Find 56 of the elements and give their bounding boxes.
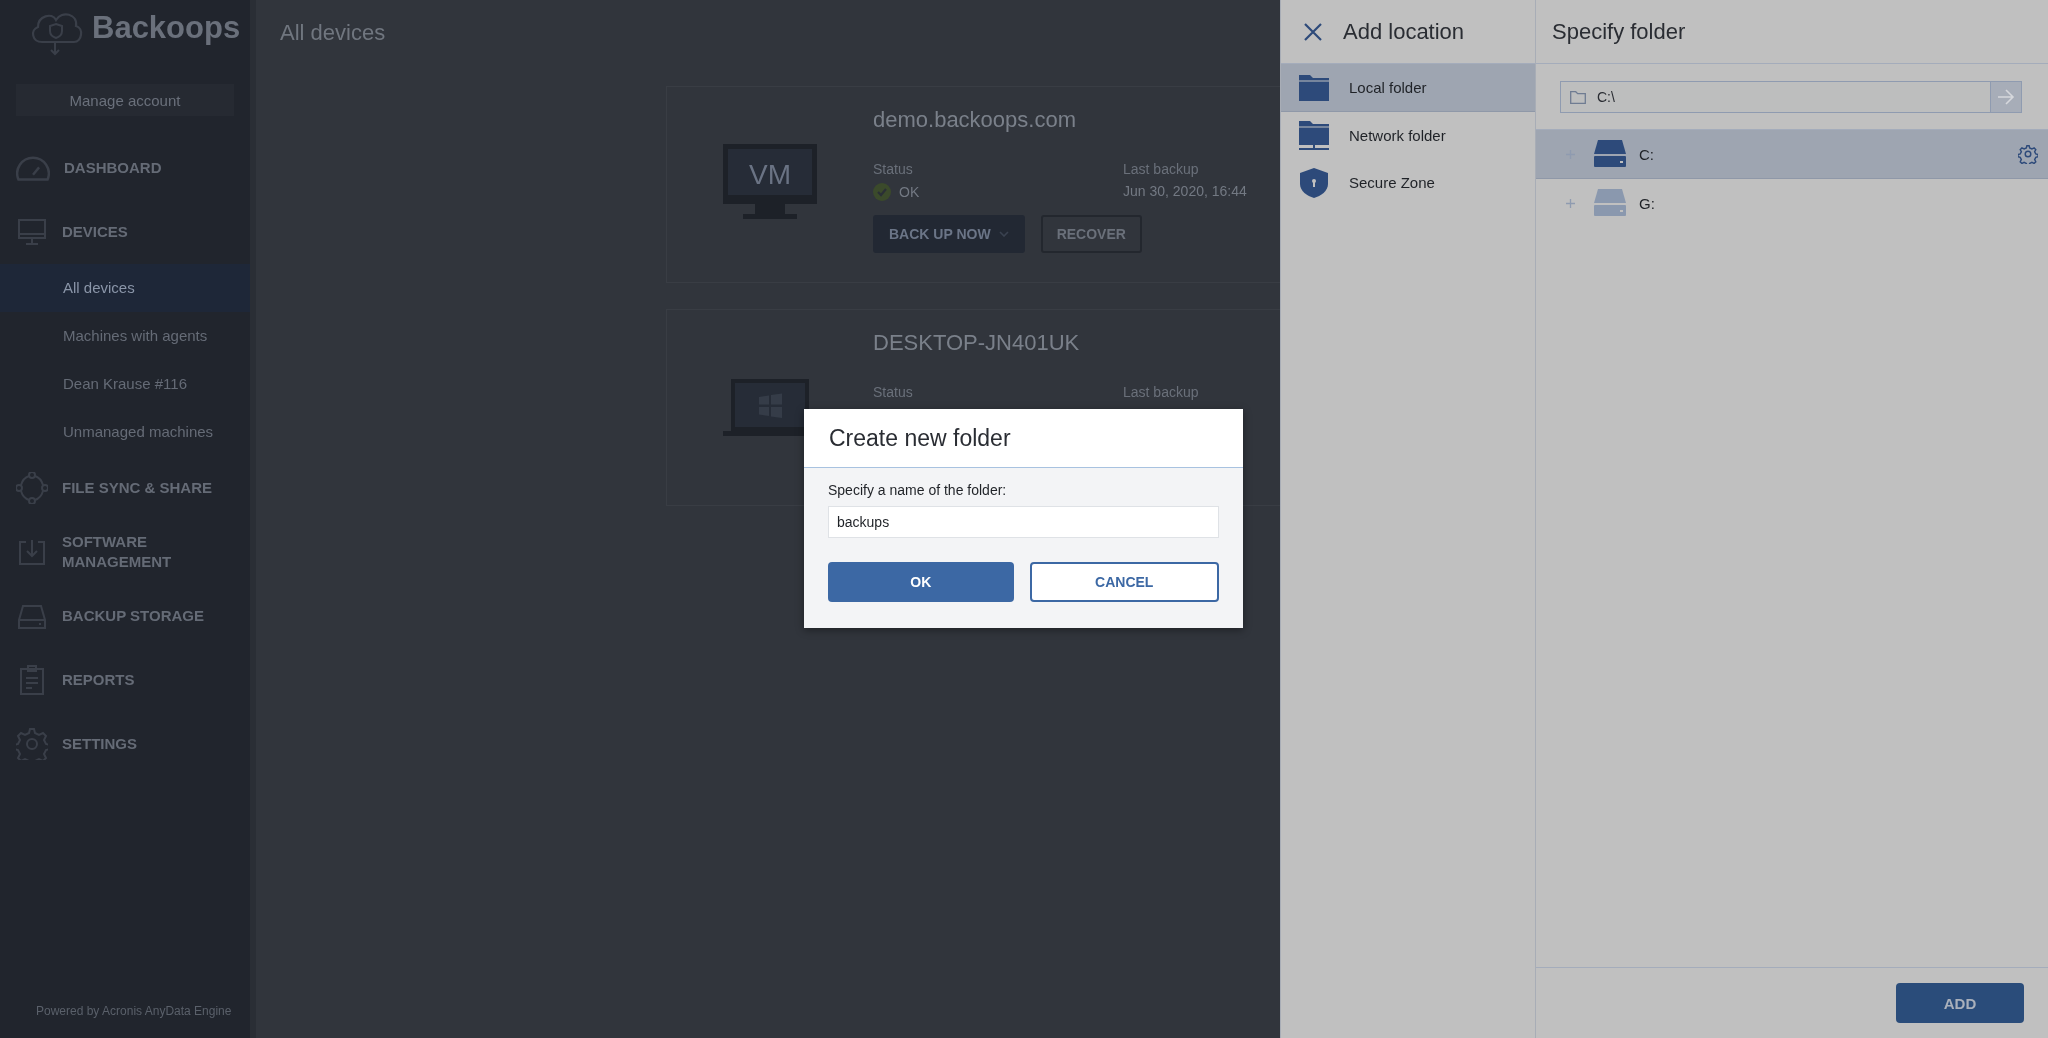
path-field[interactable]: C:\ xyxy=(1560,81,1990,113)
recover-button[interactable]: RECOVER xyxy=(1040,215,1142,253)
nav-item[interactable]: FILE SYNC & SHARE xyxy=(0,456,250,520)
close-icon[interactable] xyxy=(1303,21,1323,42)
last-backup-label: Last backup xyxy=(1123,384,1200,400)
nav-subitem[interactable]: Dean Krause #116 xyxy=(0,360,250,408)
nav-item[interactable]: SOFTWARE MANAGEMENT xyxy=(0,520,250,584)
powered-by-text: Powered by Acronis AnyData Engine xyxy=(35,1004,233,1020)
drive-icon xyxy=(1593,189,1627,217)
arrow-right-icon xyxy=(1997,89,2015,105)
status-label: Status xyxy=(873,161,914,177)
chevron-down-icon xyxy=(998,231,1009,237)
tree-row[interactable]: C: xyxy=(1536,130,2048,179)
manage-account-button[interactable]: Manage account xyxy=(16,84,234,116)
folder-name-field[interactable]: backups xyxy=(828,506,1219,538)
nav-subitem[interactable]: All devices xyxy=(0,264,250,312)
location-item[interactable]: Network folder xyxy=(1281,112,1535,159)
panel-title: Specify folder xyxy=(1552,18,1686,45)
nav-item[interactable]: DEVICES xyxy=(0,200,250,264)
nav-item[interactable]: BACKUP STORAGE xyxy=(0,584,250,648)
monitor-icon xyxy=(16,216,48,248)
status-label: Status xyxy=(873,384,914,400)
add-button[interactable]: ADD xyxy=(1896,983,2024,1023)
location-item[interactable]: Secure Zone xyxy=(1281,159,1535,206)
page-title: All devices xyxy=(280,20,387,46)
nav-subitem[interactable]: Unmanaged machines xyxy=(0,408,250,456)
network-folder-icon xyxy=(1299,120,1329,151)
go-arrow-button[interactable] xyxy=(1990,81,2022,113)
last-backup-value: Jun 30, 2020, 16:44 xyxy=(1123,183,1248,199)
nav-item[interactable]: REPORTS xyxy=(0,648,250,712)
device-name: DESKTOP-JN401UK xyxy=(873,330,1081,356)
ok-button[interactable]: OK xyxy=(828,562,1014,602)
check-icon xyxy=(873,183,891,201)
panel-title: Add location xyxy=(1343,18,1465,45)
back-up-now-button[interactable]: BACK UP NOW xyxy=(873,215,1025,253)
tree-row[interactable]: G: xyxy=(1536,179,2048,228)
location-item[interactable]: Local folder xyxy=(1281,64,1535,112)
nav-subitem[interactable]: Machines with agents xyxy=(0,312,250,360)
cancel-button[interactable]: CANCEL xyxy=(1029,562,1219,602)
nav-item[interactable]: SETTINGS xyxy=(0,712,250,776)
nav-item[interactable]: DASHBOARD xyxy=(0,136,250,200)
expand-plus-icon[interactable] xyxy=(1566,198,1575,208)
logo-text: Backoops xyxy=(92,10,241,46)
settings-icon[interactable] xyxy=(2018,144,2038,164)
settings-icon xyxy=(16,728,48,760)
gauge-icon xyxy=(16,155,50,181)
last-backup-label: Last backup xyxy=(1123,161,1200,177)
shield-icon xyxy=(1299,167,1329,198)
folder-outline-icon xyxy=(1570,91,1586,104)
sync-nodes-icon xyxy=(16,472,48,504)
status-value: OK xyxy=(899,184,920,200)
drive-icon xyxy=(1593,140,1627,168)
folder-icon xyxy=(1299,74,1329,101)
field-label: Specify a name of the folder: xyxy=(828,482,1008,498)
device-name: demo.backoops.com xyxy=(873,107,1077,133)
dialog-title: Create new folder xyxy=(829,424,1011,452)
